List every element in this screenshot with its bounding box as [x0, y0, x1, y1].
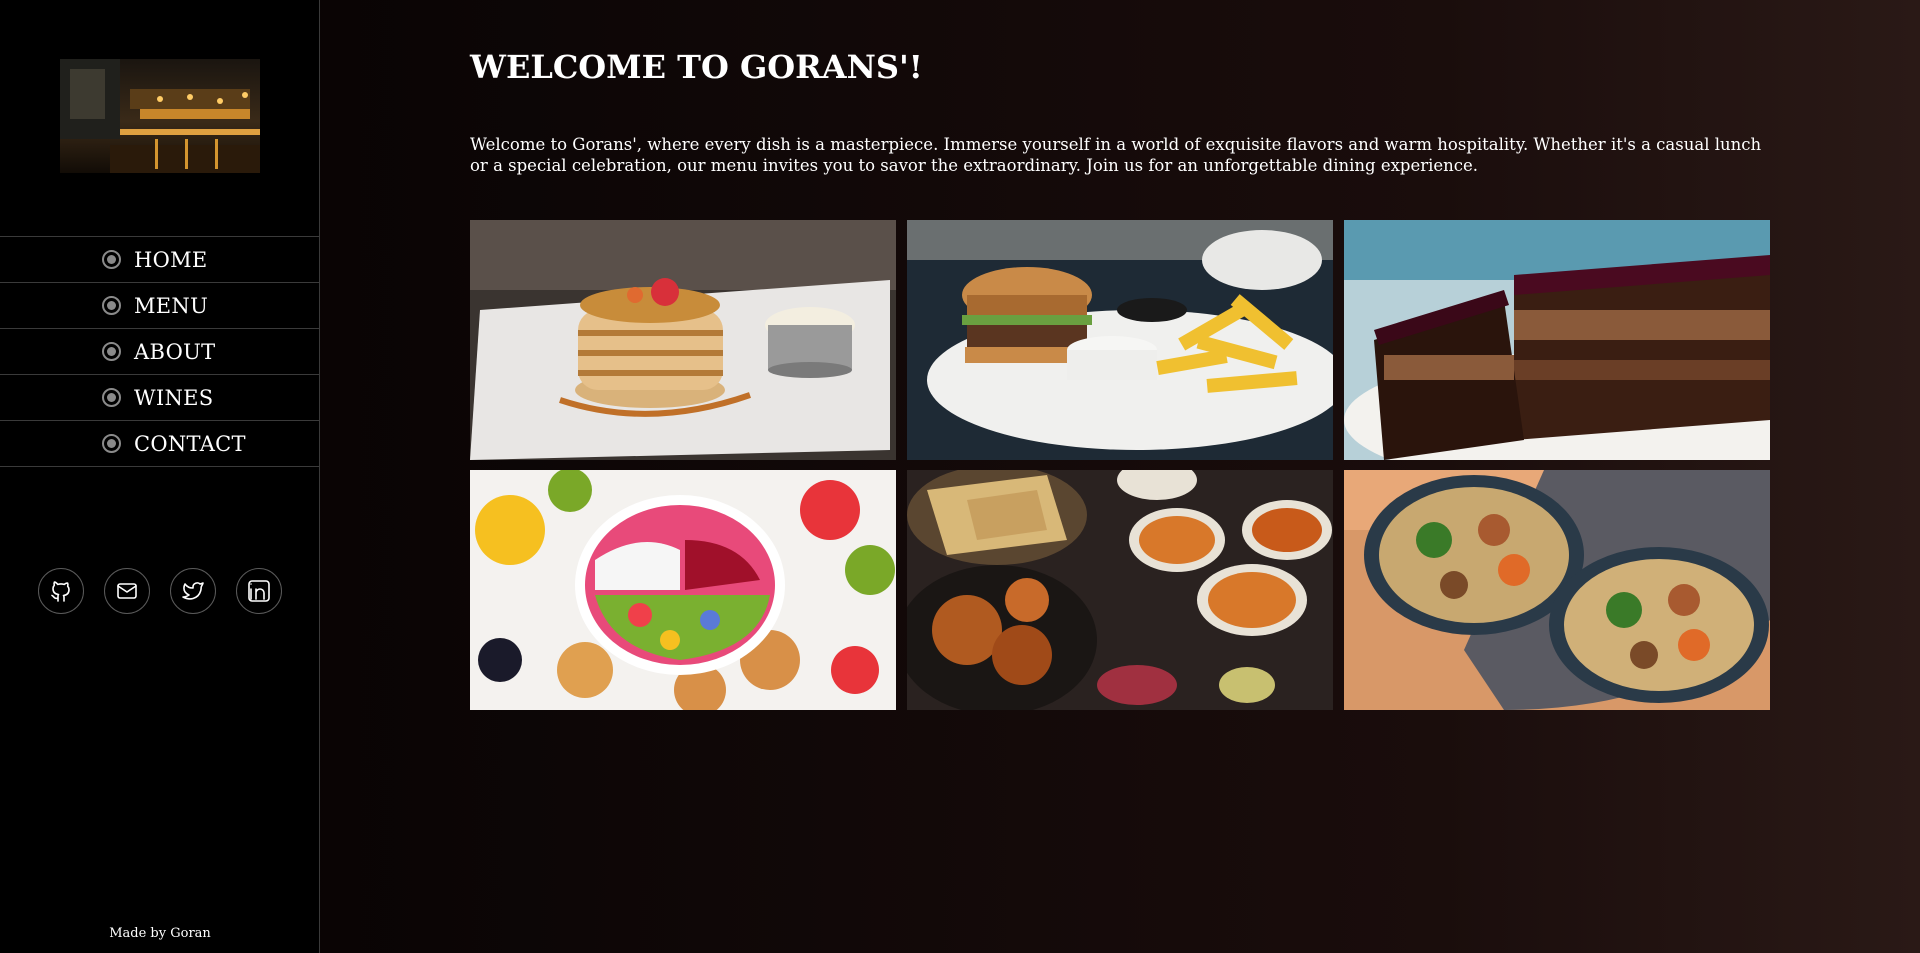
radio-bullet-icon [102, 296, 121, 315]
linkedin-icon [248, 580, 270, 602]
gallery-image-burger-fries[interactable] [907, 220, 1333, 460]
gallery-image-chocolate-cake[interactable] [1344, 220, 1770, 460]
sidebar: HOME MENU ABOUT WINES CONTACT Made by Go… [0, 0, 320, 953]
social-links [38, 568, 282, 614]
gallery-image-noodle-bowls[interactable] [1344, 470, 1770, 710]
nav-item-about[interactable]: ABOUT [0, 329, 320, 375]
footer-credit: Made by Goran [109, 926, 211, 941]
main-navigation: HOME MENU ABOUT WINES CONTACT [0, 236, 320, 467]
twitter-link[interactable] [170, 568, 216, 614]
page-title: WELCOME TO GORANS'! [470, 48, 923, 86]
nav-label: ABOUT [134, 339, 216, 364]
gallery-image-pancakes[interactable] [470, 220, 896, 460]
gallery-image-indian-dishes[interactable] [907, 470, 1333, 710]
nav-label: WINES [134, 385, 214, 410]
intro-text: Welcome to Gorans', where every dish is … [470, 135, 1762, 175]
radio-bullet-icon [102, 388, 121, 407]
nav-item-menu[interactable]: MENU [0, 283, 320, 329]
radio-bullet-icon [102, 434, 121, 453]
nav-item-wines[interactable]: WINES [0, 375, 320, 421]
mail-icon [117, 583, 137, 599]
nav-label: CONTACT [134, 431, 246, 456]
nav-label: MENU [134, 293, 209, 318]
nav-item-contact[interactable]: CONTACT [0, 421, 320, 467]
twitter-icon [182, 582, 204, 600]
radio-bullet-icon [102, 250, 121, 269]
gallery-image-fruit-bowl[interactable] [470, 470, 896, 710]
radio-bullet-icon [102, 342, 121, 361]
nav-item-home[interactable]: HOME [0, 237, 320, 283]
github-link[interactable] [38, 568, 84, 614]
email-link[interactable] [104, 568, 150, 614]
linkedin-link[interactable] [236, 568, 282, 614]
restaurant-logo-image[interactable] [60, 59, 260, 173]
nav-label: HOME [134, 247, 208, 272]
github-icon [51, 581, 70, 602]
food-gallery [470, 220, 1770, 710]
